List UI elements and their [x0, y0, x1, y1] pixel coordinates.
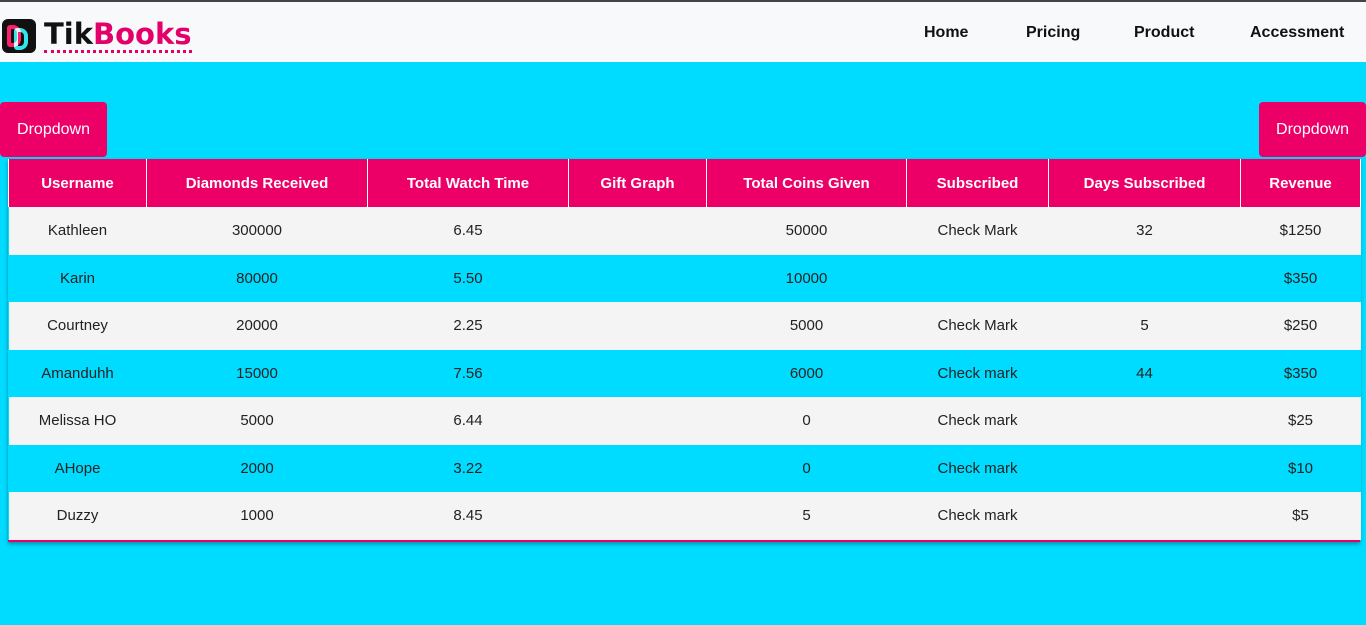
- cell-subscribed: Check mark: [906, 444, 1049, 492]
- cell-diamonds-received: 1000: [146, 492, 368, 540]
- brand-name: TikBooks: [44, 19, 192, 53]
- cell-total-coins-given: 50000: [706, 207, 907, 255]
- cell-subscribed: Check mark: [906, 492, 1049, 540]
- cell-gift-graph: [568, 492, 707, 540]
- cell-gift-graph: [568, 444, 707, 492]
- cell-diamonds-received: 2000: [146, 444, 368, 492]
- cell-total-watch-time: 6.45: [367, 207, 569, 255]
- cell-username: Karin: [8, 254, 147, 302]
- cell-total-coins-given: 6000: [706, 349, 907, 397]
- nav-link-accessment[interactable]: Accessment: [1250, 24, 1344, 42]
- cell-days-subscribed: [1048, 397, 1241, 445]
- cell-total-watch-time: 3.22: [367, 444, 569, 492]
- cell-diamonds-received: 80000: [146, 254, 368, 302]
- cell-revenue: $350: [1240, 254, 1361, 302]
- cell-diamonds-received: 300000: [146, 207, 368, 255]
- cell-revenue: $25: [1240, 397, 1361, 445]
- table-row: Courtney 20000 2.25 5000 Check Mark 5 $250: [8, 302, 1361, 350]
- table-row: AHope 2000 3.22 0 Check mark $10: [8, 444, 1361, 492]
- cell-diamonds-received: 5000: [146, 397, 368, 445]
- cell-revenue: $250: [1240, 302, 1361, 350]
- cell-username: Amanduhh: [8, 349, 147, 397]
- cell-diamonds-received: 20000: [146, 302, 368, 350]
- cell-subscribed: [906, 254, 1049, 302]
- cell-total-watch-time: 5.50: [367, 254, 569, 302]
- cell-subscribed: Check mark: [906, 349, 1049, 397]
- cell-total-coins-given: 5000: [706, 302, 907, 350]
- column-header-revenue[interactable]: Revenue: [1240, 159, 1361, 207]
- column-header-total-coins-given[interactable]: Total Coins Given: [706, 159, 907, 207]
- cell-username: Courtney: [8, 302, 147, 350]
- top-navbar: TikBooks Home Pricing Product Accessment: [0, 0, 1366, 62]
- cell-total-coins-given: 0: [706, 397, 907, 445]
- cell-subscribed: Check Mark: [906, 207, 1049, 255]
- brand-logo[interactable]: TikBooks: [2, 18, 192, 54]
- nav-link-home[interactable]: Home: [924, 24, 968, 42]
- cell-subscribed: Check mark: [906, 397, 1049, 445]
- cell-days-subscribed: [1048, 492, 1241, 540]
- cell-total-watch-time: 6.44: [367, 397, 569, 445]
- tikbooks-logo-icon: [2, 19, 36, 53]
- table-header-row: Username Diamonds Received Total Watch T…: [8, 159, 1361, 207]
- cell-days-subscribed: 44: [1048, 349, 1241, 397]
- table-row: Kathleen 300000 6.45 50000 Check Mark 32 $1250: [8, 207, 1361, 255]
- brand-name-tik: Tik: [44, 17, 94, 51]
- cell-username: Melissa HO: [8, 397, 147, 445]
- table-row: Amanduhh 15000 7.56 6000 Check mark 44 $350: [8, 349, 1361, 397]
- nav-link-product[interactable]: Product: [1134, 24, 1194, 42]
- cell-gift-graph: [568, 349, 707, 397]
- cell-username: AHope: [8, 444, 147, 492]
- cell-total-watch-time: 7.56: [367, 349, 569, 397]
- column-header-subscribed[interactable]: Subscribed: [906, 159, 1049, 207]
- dropdown-button-right[interactable]: Dropdown: [1259, 102, 1366, 157]
- cell-diamonds-received: 15000: [146, 349, 368, 397]
- cell-gift-graph: [568, 254, 707, 302]
- cell-days-subscribed: 5: [1048, 302, 1241, 350]
- cell-days-subscribed: [1048, 254, 1241, 302]
- cell-revenue: $5: [1240, 492, 1361, 540]
- cell-total-watch-time: 2.25: [367, 302, 569, 350]
- cell-username: Kathleen: [8, 207, 147, 255]
- table-row: Duzzy 1000 8.45 5 Check mark $5: [8, 492, 1361, 540]
- column-header-gift-graph[interactable]: Gift Graph: [568, 159, 707, 207]
- cell-subscribed: Check Mark: [906, 302, 1049, 350]
- cell-days-subscribed: 32: [1048, 207, 1241, 255]
- cell-total-coins-given: 0: [706, 444, 907, 492]
- table-body: Kathleen 300000 6.45 50000 Check Mark 32 $1250…: [8, 207, 1361, 540]
- nav-link-pricing[interactable]: Pricing: [1026, 24, 1080, 42]
- cell-gift-graph: [568, 397, 707, 445]
- cell-revenue: $1250: [1240, 207, 1361, 255]
- user-stats-table: Username Diamonds Received Total Watch T…: [8, 159, 1361, 540]
- cell-gift-graph: [568, 302, 707, 350]
- cell-revenue: $10: [1240, 444, 1361, 492]
- brand-name-books: Books: [93, 17, 192, 51]
- dropdown-button-left[interactable]: Dropdown: [0, 102, 107, 157]
- cell-username: Duzzy: [8, 492, 147, 540]
- cell-total-watch-time: 8.45: [367, 492, 569, 540]
- cell-revenue: $350: [1240, 349, 1361, 397]
- column-header-diamonds-received[interactable]: Diamonds Received: [146, 159, 368, 207]
- cell-days-subscribed: [1048, 444, 1241, 492]
- column-header-username[interactable]: Username: [8, 159, 147, 207]
- cell-total-coins-given: 10000: [706, 254, 907, 302]
- table-row: Melissa HO 5000 6.44 0 Check mark $25: [8, 397, 1361, 445]
- table-row: Karin 80000 5.50 10000 $350: [8, 254, 1361, 302]
- cell-gift-graph: [568, 207, 707, 255]
- user-stats-table-container: Username Diamonds Received Total Watch T…: [8, 159, 1361, 542]
- cell-total-coins-given: 5: [706, 492, 907, 540]
- column-header-total-watch-time[interactable]: Total Watch Time: [367, 159, 569, 207]
- column-header-days-subscribed[interactable]: Days Subscribed: [1048, 159, 1241, 207]
